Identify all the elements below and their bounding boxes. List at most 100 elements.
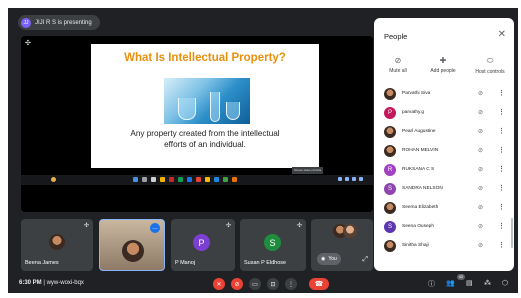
captions-button[interactable]: ▭ [249, 278, 261, 290]
you-pill[interactable]: ◉ You [317, 253, 341, 265]
hang-up-button[interactable]: ☎ [309, 278, 329, 290]
more-vert-icon[interactable]: ⋮ [498, 165, 505, 173]
list-item[interactable]: Parvathi Siva ⊘ ⋮ [374, 85, 514, 104]
pin-icon[interactable]: ✣ [25, 39, 31, 47]
avatar: P [193, 234, 210, 251]
people-icon[interactable]: 👥 [446, 279, 455, 287]
person-name: parvathy.g [402, 110, 425, 115]
weather-icon [51, 177, 56, 182]
slide-body: Any property created from the intellectu… [99, 128, 311, 150]
info-icon[interactable]: ⓘ [428, 279, 435, 289]
mic-toggle-button[interactable]: ✕ [213, 278, 225, 290]
participant-tile-susan[interactable]: ✣ S Susan P Eldhose [240, 219, 306, 271]
mic-off-icon[interactable]: ⊘ [478, 166, 483, 173]
more-vert-icon[interactable]: ⋮ [498, 108, 505, 116]
host-controls-button[interactable]: ⬭ Host controls [470, 56, 510, 75]
avatar: S [384, 221, 396, 233]
list-item[interactable]: P parvathy.g ⊘ ⋮ [374, 104, 514, 123]
list-item[interactable]: Sinitha Shaji ⊘ ⋮ [374, 237, 514, 256]
avatar [384, 240, 396, 252]
mic-off-icon[interactable]: ⊘ [478, 185, 483, 192]
expand-icon[interactable]: ⤢ [362, 256, 368, 264]
panel-title: People [384, 32, 408, 41]
bottom-control-bar: 6:30 PM | wyw-woxi-bqx ✕ ⊘ ▭ ⊡ ⋮ ☎ ⓘ 👥 4… [8, 274, 518, 293]
app-icon-blue [187, 177, 192, 182]
list-item[interactable]: ROHAN MELVIN ⊘ ⋮ [374, 142, 514, 161]
more-options-button[interactable]: ⋮ [285, 278, 297, 290]
list-item[interactable]: S Seena Ouseph ⊘ ⋮ [374, 218, 514, 237]
meeting-separator: | [43, 280, 45, 286]
mute-all-button[interactable]: ⊘ Mute all [378, 56, 418, 74]
presenting-label: JIJI R S is presenting [35, 19, 92, 26]
phone-icon: ☎ [314, 281, 324, 288]
participant-tile-self-video[interactable]: … [99, 219, 165, 271]
list-item[interactable]: R RUKSANA C S ⊘ ⋮ [374, 161, 514, 180]
slide-body-line-2: efforts of an individual. [164, 140, 246, 149]
avatar [384, 202, 396, 214]
meet-window: JJ JIJI R S is presenting ✣ What Is Inte… [8, 8, 518, 293]
presenting-chip[interactable]: JJ JIJI R S is presenting [18, 15, 100, 30]
more-vert-icon[interactable]: ⋮ [498, 89, 505, 97]
mic-off-icon[interactable]: ⊘ [478, 204, 483, 211]
more-vert-icon[interactable]: ⋮ [498, 222, 505, 230]
person-name: Parvathi Siva [402, 91, 431, 96]
panel-scrollbar[interactable] [511, 218, 513, 248]
mic-off-icon[interactable]: ⊘ [478, 147, 483, 154]
avatar: S [264, 234, 281, 251]
avatar [384, 88, 396, 100]
mic-off-icon[interactable]: ⊘ [478, 128, 483, 135]
excel-icon [223, 177, 228, 182]
task-view-icon [151, 177, 156, 182]
powerpoint-icon [196, 177, 201, 182]
present-button[interactable]: ⊡ [267, 278, 279, 290]
folder-icon [160, 177, 165, 182]
list-item[interactable]: Pearl Augustine ⊘ ⋮ [374, 123, 514, 142]
people-panel: People ✕ ⊘ Mute all ✚ Add people ⬭ Host … [374, 18, 514, 271]
more-options-icon[interactable]: … [150, 223, 160, 233]
word-icon [214, 177, 219, 182]
close-icon[interactable]: ✕ [498, 29, 506, 40]
add-person-icon: ✚ [439, 56, 447, 65]
participant-tile-you[interactable]: ◉ You ⤢ [311, 219, 373, 271]
participant-tile-p-manoj[interactable]: ✣ P P Manoj [171, 219, 235, 271]
camera-off-icon: ⊘ [234, 281, 240, 288]
more-vert-icon[interactable]: ⋮ [498, 203, 505, 211]
participant-name: P Manoj [175, 260, 196, 266]
list-item[interactable]: Seema Elizabeth ⊘ ⋮ [374, 199, 514, 218]
more-vert-icon[interactable]: ⋮ [498, 241, 505, 249]
captions-icon: ▭ [252, 281, 258, 288]
mic-off-icon[interactable]: ⊘ [478, 90, 483, 97]
shared-screen-tile[interactable]: ✣ What Is Intellectual Property? Any pro… [21, 36, 373, 212]
person-name: RUKSANA C S [402, 167, 435, 172]
mic-off-icon[interactable]: ⊘ [478, 109, 483, 116]
search-icon [142, 177, 147, 182]
participant-count: 42 [457, 274, 465, 280]
app-icon-green [178, 177, 183, 182]
avatar [49, 234, 65, 250]
mic-off-icon: ⊘ [394, 56, 402, 65]
chat-icon[interactable]: ▤ [466, 279, 473, 287]
list-item[interactable]: S SANDRA NELSON ⊘ ⋮ [374, 180, 514, 199]
person-name: Seema Elizabeth [402, 205, 439, 210]
add-people-button[interactable]: ✚ Add people [423, 56, 463, 74]
more-vert-icon[interactable]: ⋮ [498, 184, 505, 192]
system-tray [338, 177, 363, 181]
more-vert-icon[interactable]: ⋮ [498, 146, 505, 154]
more-vert-icon[interactable]: ⋮ [498, 127, 505, 135]
mic-off-icon[interactable]: ⊘ [478, 223, 483, 230]
camera-toggle-button[interactable]: ⊘ [231, 278, 243, 290]
lock-icon[interactable]: ⬡ [502, 279, 508, 287]
video-person [122, 240, 144, 262]
avatar [384, 145, 396, 157]
you-label: You [328, 256, 337, 262]
meeting-code: wyw-woxi-bqx [46, 280, 84, 286]
avatar: R [384, 164, 396, 176]
participant-tile-beena[interactable]: ✣ Beena James [21, 219, 93, 271]
start-icon [133, 177, 138, 182]
more-vert-icon: ⋮ [288, 281, 294, 288]
slide-title: What Is Intellectual Property? [124, 52, 286, 64]
activities-icon[interactable]: ⁂ [484, 279, 491, 287]
mic-off-icon[interactable]: ⊘ [478, 242, 483, 249]
meeting-info: 6:30 PM | wyw-woxi-bqx [19, 280, 84, 286]
presenter-avatar: JJ [21, 17, 31, 28]
